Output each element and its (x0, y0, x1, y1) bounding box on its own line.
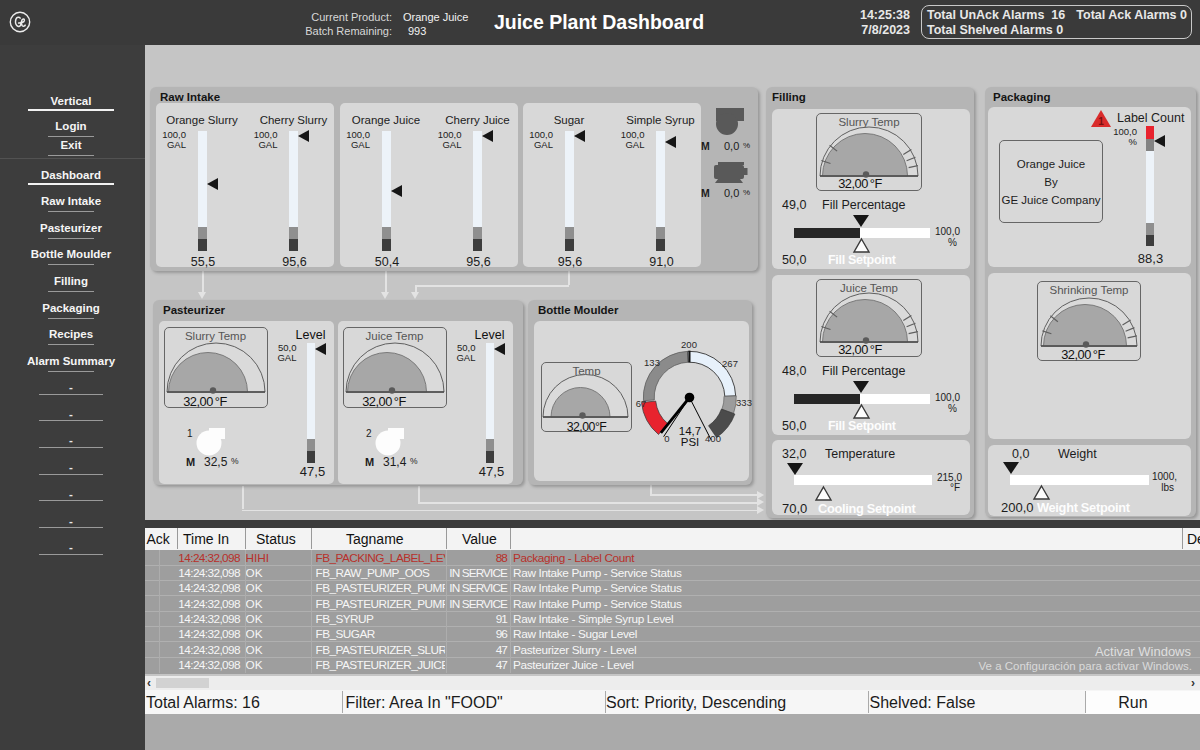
svg-text:1: 1 (1098, 116, 1104, 127)
